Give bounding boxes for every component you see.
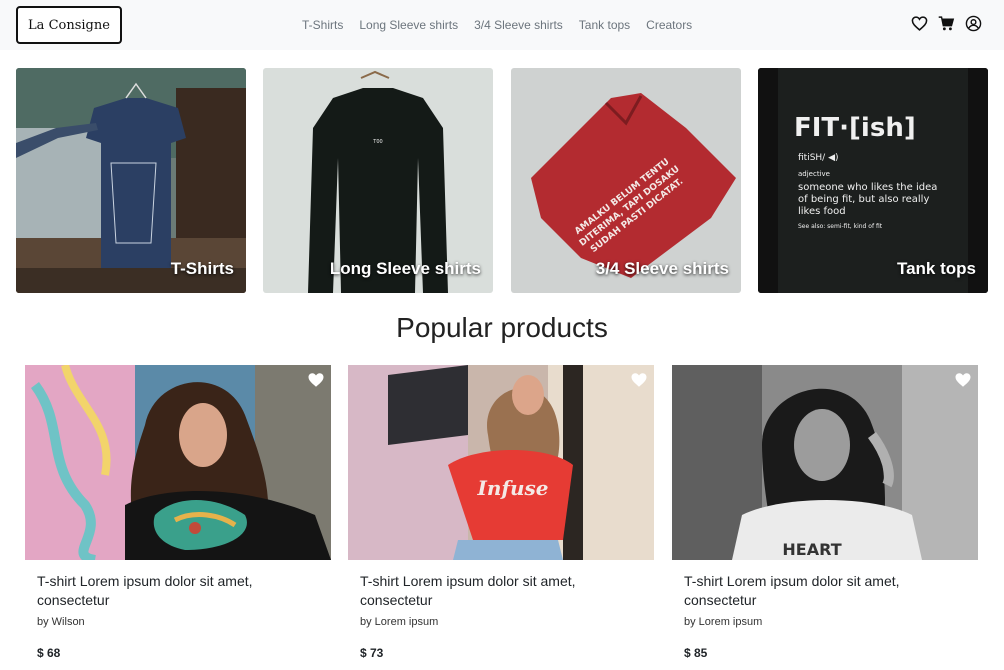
svg-text:of being fit, but also really: of being fit, but also really [798,194,929,205]
category-tile-long-sleeve-shirts[interactable]: T00 Long Sleeve shirts [263,68,493,293]
product-title[interactable]: T-shirt Lorem ipsum dolor sit amet, cons… [684,572,964,610]
nav-link-three-quarter-sleeve-shirts[interactable]: 3/4 Sleeve shirts [466,18,571,32]
svg-text:T00: T00 [372,139,382,145]
product-price: $ 68 [37,646,61,660]
product-card[interactable]: Infuse T-shirt Lorem ipsum dolor sit ame… [348,365,654,670]
svg-text:someone who likes the idea: someone who likes the idea [798,182,937,193]
product-creator: by Lorem ipsum [360,616,439,628]
product-image [25,365,331,560]
svg-text:See also: semi-fit, kind of fi: See also: semi-fit, kind of fit [798,223,883,230]
nav-icons [911,15,982,32]
nav-link-long-sleeve-shirts[interactable]: Long Sleeve shirts [351,18,466,32]
product-creator: by Wilson [37,616,85,628]
category-label: 3/4 Sleeve shirts [595,259,729,278]
brand-logo[interactable]: La Consigne [16,6,122,44]
svg-text:FIT·[ish]: FIT·[ish] [794,113,916,143]
section-title-popular-products: Popular products [396,312,608,343]
user-icon[interactable] [965,15,982,32]
nav-link-tank-tops[interactable]: Tank tops [571,18,638,32]
category-tile-tank-tops[interactable]: FIT·[ish] fitiSH/ ◀) adjective someone w… [758,68,988,293]
product-price: $ 73 [360,646,384,660]
svg-text:fitiSH/ ◀): fitiSH/ ◀) [798,153,839,163]
product-card[interactable]: T-shirt Lorem ipsum dolor sit amet, cons… [25,365,331,670]
nav-links: T-Shirts Long Sleeve shirts 3/4 Sleeve s… [294,0,700,50]
svg-text:likes food: likes food [798,206,846,217]
product-image: HEART [672,365,978,560]
svg-text:adjective: adjective [798,170,830,178]
product-title[interactable]: T-shirt Lorem ipsum dolor sit amet, cons… [360,572,640,610]
product-title[interactable]: T-shirt Lorem ipsum dolor sit amet, cons… [37,572,317,610]
svg-text:Infuse: Infuse [476,476,548,500]
svg-text:HEART: HEART [782,540,841,559]
product-price: $ 85 [684,646,708,660]
category-label: T-Shirts [170,259,234,278]
product-image: Infuse [348,365,654,560]
category-tile-three-quarter-sleeve-shirts[interactable]: AMALKU BELUM TENTU DITERIMA, TAPI DOSAKU… [511,68,741,293]
product-card[interactable]: HEART T-shirt Lorem ipsum dolor sit amet… [672,365,978,670]
category-tile-t-shirts[interactable]: T-Shirts [16,68,246,293]
nav-link-t-shirts[interactable]: T-Shirts [294,18,351,32]
cart-icon[interactable] [938,15,955,32]
favorite-heart-icon[interactable] [954,371,972,389]
favorite-heart-icon[interactable] [307,371,325,389]
heart-icon[interactable] [911,15,928,32]
navbar: La Consigne T-Shirts Long Sleeve shirts … [0,0,1004,50]
product-creator: by Lorem ipsum [684,616,763,628]
favorite-heart-icon[interactable] [630,371,648,389]
nav-link-creators[interactable]: Creators [638,18,700,32]
category-label: Tank tops [896,259,976,278]
category-label: Long Sleeve shirts [329,259,481,278]
